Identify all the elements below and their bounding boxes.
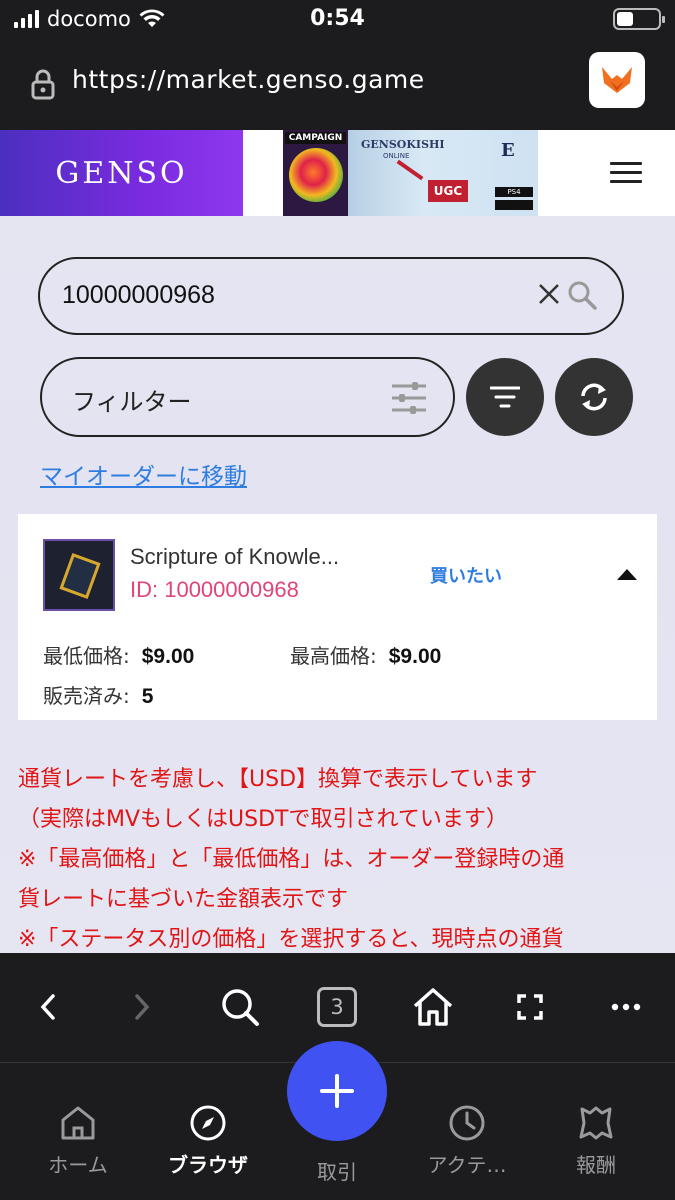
more-button[interactable] [602, 983, 650, 1031]
home-icon [61, 1106, 95, 1140]
notice-line: 通貨レートを考慮し、【USD】換算で表示しています [18, 767, 538, 792]
fullscreen-icon [517, 994, 543, 1020]
filter-dropdown[interactable]: フィルター [40, 357, 455, 437]
home-button[interactable] [409, 983, 457, 1031]
tab-activity-label: アクテ… [427, 1153, 507, 1177]
app-store-badge-icon [495, 200, 533, 210]
notice-line: （実際はMVもしくはUSDTで取引されています） [18, 807, 508, 832]
item-id: ID: 10000000968 [130, 577, 299, 602]
sliders-icon [392, 382, 426, 414]
search-value[interactable]: 10000000968 [62, 281, 215, 310]
sort-button[interactable] [466, 358, 544, 436]
max-price-row: 最高価格: $9.00 [290, 640, 441, 669]
tab-browser-label: ブラウザ [168, 1153, 248, 1177]
campaign-badge: CAMPAIGN [283, 130, 348, 216]
tab-activity[interactable]: アクテ… [407, 1103, 527, 1178]
tab-home-label: ホーム [48, 1153, 108, 1177]
order-type-badge: 買いたい [430, 566, 502, 587]
rewards-icon [579, 1106, 613, 1140]
currency-notice: 通貨レートを考慮し、【USD】換算で表示しています （実際はMVもしくはUSDT… [18, 760, 663, 953]
banner-subtitle: ONLINE [383, 152, 410, 160]
banner-ugc-tag: UGC [428, 180, 468, 202]
header-spacer [243, 130, 283, 216]
min-price-row: 最低価格: $9.00 [43, 640, 194, 669]
max-price-value: $9.00 [388, 645, 442, 668]
filter-label: フィルター [72, 388, 192, 416]
wallet-extension-button[interactable] [589, 52, 645, 108]
banner-platform: PS4 [495, 187, 533, 197]
banner-title: GENSOKISHI [361, 138, 445, 151]
search-icon[interactable] [566, 279, 598, 311]
banner-arrow-icon [396, 159, 424, 181]
back-button[interactable] [24, 983, 72, 1031]
search-button[interactable] [216, 983, 264, 1031]
address-bar[interactable]: https://market.genso.game [0, 38, 675, 130]
item-name: Scripture of Knowle... [130, 544, 340, 569]
app-tab-bar: ホーム ブラウザ 取引 アクテ… 報酬 [0, 1041, 675, 1200]
tab-home[interactable]: ホーム [18, 1103, 138, 1178]
compass-icon [190, 1105, 226, 1141]
chevron-left-icon [40, 994, 55, 1020]
notice-line: ※「ステータス別の価格」を選択すると、現時点の通貨 [18, 927, 564, 952]
clock-icon [449, 1105, 485, 1141]
campaign-banner[interactable]: CAMPAIGN GENSOKISHI ONLINE UGC E PS4 [283, 130, 538, 216]
genso-logo[interactable]: GENSO [0, 130, 243, 216]
logo-text: GENSO [55, 155, 188, 191]
tabs-button[interactable]: 3 [313, 983, 361, 1031]
max-price-label: 最高価格: [290, 644, 377, 668]
sort-icon [490, 386, 520, 408]
web-page: GENSO CAMPAIGN GENSOKISHI ONLINE UGC E P… [0, 130, 675, 953]
my-order-link[interactable]: マイオーダーに移動 [40, 457, 247, 491]
item-thumbnail [43, 539, 115, 611]
forward-button[interactable] [118, 983, 166, 1031]
chevron-right-icon [135, 994, 150, 1020]
trade-plus-button[interactable] [287, 1041, 387, 1141]
hamburger-menu-icon[interactable] [610, 162, 642, 184]
site-header: GENSO CAMPAIGN GENSOKISHI ONLINE UGC E P… [0, 130, 675, 216]
order-item-card[interactable]: Scripture of Knowle... ID: 10000000968 買… [18, 514, 657, 720]
fox-logo-icon [602, 67, 632, 93]
refresh-icon [581, 383, 607, 411]
lock-icon [31, 69, 55, 100]
sold-count-label: 販売済み: [43, 684, 130, 708]
close-icon[interactable] [538, 283, 560, 305]
scripture-book-icon [59, 553, 101, 599]
clock: 0:54 [310, 6, 365, 31]
tab-trade-label: 取引 [317, 1160, 357, 1184]
collapse-caret-icon[interactable] [617, 569, 637, 580]
campaign-emblem-icon [289, 148, 343, 202]
tab-count: 3 [317, 987, 357, 1027]
more-dots-icon [611, 1003, 641, 1011]
min-price-value: $9.00 [141, 645, 195, 668]
sold-count-row: 販売済み: 5 [43, 680, 153, 709]
notice-line: ※「最高価格」と「最低価格」は、オーダー登録時の通 [18, 847, 565, 872]
home-icon [413, 988, 453, 1026]
status-bar: docomo 0:54 [0, 0, 675, 38]
fullscreen-button[interactable] [506, 983, 554, 1031]
search-icon [222, 989, 259, 1026]
notice-line: 貨レートに基づいた金額表示です [18, 887, 349, 912]
tab-rewards-label: 報酬 [576, 1153, 616, 1177]
tab-browser[interactable]: ブラウザ [148, 1103, 268, 1178]
sold-count-value: 5 [141, 685, 154, 708]
banner-corner-text: E [501, 140, 515, 161]
campaign-badge-text: CAMPAIGN [285, 132, 346, 144]
min-price-label: 最低価格: [43, 644, 130, 668]
battery-icon [613, 8, 665, 30]
url-text[interactable]: https://market.genso.game [72, 65, 425, 94]
plus-icon [320, 1074, 354, 1108]
refresh-button[interactable] [555, 358, 633, 436]
search-input[interactable]: 10000000968 [38, 257, 624, 335]
tab-rewards[interactable]: 報酬 [536, 1103, 656, 1178]
